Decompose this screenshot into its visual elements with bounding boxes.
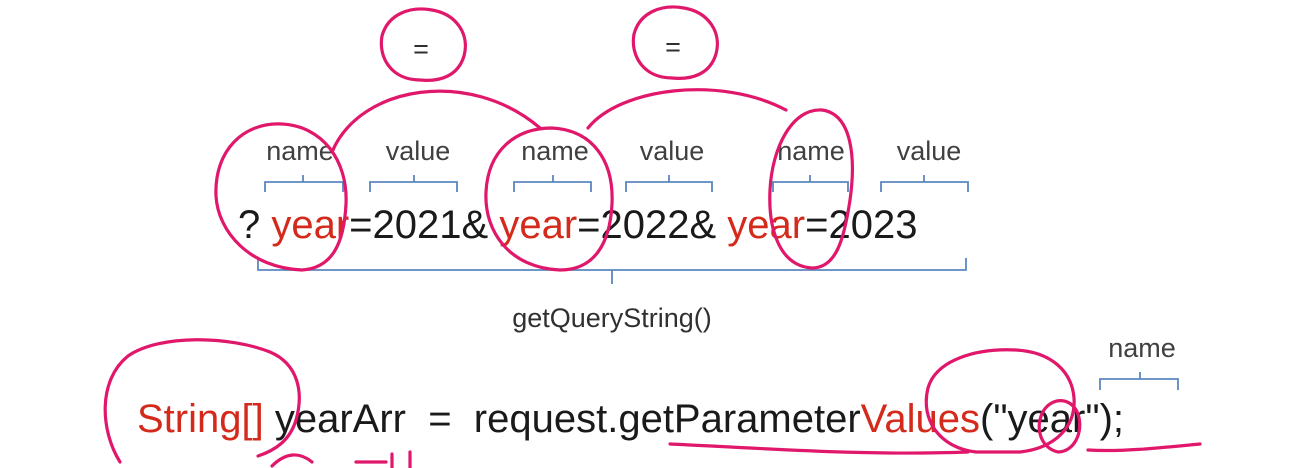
code-method-prefix: getParameter <box>618 397 860 441</box>
brace-name-2 <box>513 175 592 192</box>
brace-value-2 <box>625 175 713 192</box>
name-label-3: name <box>777 136 845 166</box>
query-value-2: 2022 <box>601 203 690 247</box>
code-object: request. <box>474 397 619 441</box>
value-label-2: value <box>640 136 705 166</box>
value-label-3: value <box>897 136 962 166</box>
brace-query-string <box>257 258 967 284</box>
name-label-2: name <box>521 136 589 166</box>
brace-name-1 <box>264 175 344 192</box>
query-equals-2: = <box>577 203 600 247</box>
code-variable: yearArr <box>264 397 406 441</box>
query-sep-2: & <box>689 203 716 247</box>
query-value-1: 2021 <box>373 203 462 247</box>
brace-value-3 <box>880 175 969 192</box>
query-prefix: ? <box>238 203 271 247</box>
ink-underline-method <box>668 442 970 455</box>
ink-equal-mark-2: = <box>665 32 681 62</box>
ink-arc-2 <box>586 88 788 130</box>
brace-value-1 <box>369 175 458 192</box>
query-name-3: year <box>727 203 805 247</box>
code-type: String[] <box>137 397 264 441</box>
value-label-1: value <box>386 136 451 166</box>
label-braces <box>264 175 969 192</box>
diagram-canvas: name value name value name value ? year=… <box>103 5 1202 468</box>
query-equals-1: = <box>349 203 372 247</box>
code-open-paren: ( <box>980 397 994 441</box>
brace-name-3 <box>772 175 849 192</box>
query-name-1: year <box>271 203 349 247</box>
brace-arg <box>1099 372 1179 390</box>
ink-underline-arg <box>1086 442 1202 453</box>
query-name-2: year <box>499 203 577 247</box>
code-arg: "year" <box>993 397 1099 441</box>
ink-equal-mark-1: = <box>413 34 429 64</box>
method-label: getQueryString() <box>512 303 712 333</box>
code-method-suffix: Values <box>861 397 980 441</box>
code-assign: = <box>428 397 451 441</box>
code-line: String[] yearArr = request.getParameterV… <box>137 397 1124 441</box>
query-sep-1: & <box>462 203 489 247</box>
arg-name-label: name <box>1108 333 1176 363</box>
ink-scribble <box>270 450 412 468</box>
code-close: ); <box>1100 397 1124 441</box>
query-equals-3: = <box>805 203 828 247</box>
